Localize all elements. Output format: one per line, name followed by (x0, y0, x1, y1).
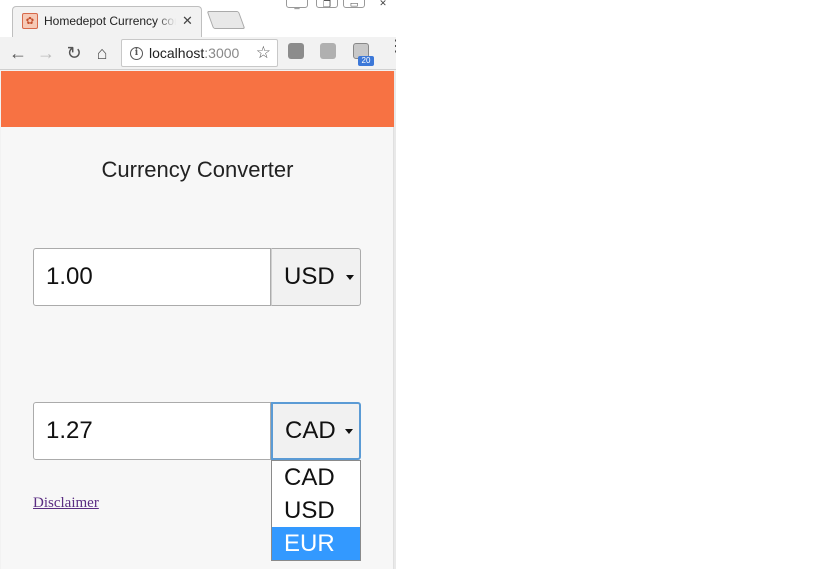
to-currency-value: CAD (285, 417, 336, 444)
back-icon[interactable]: ← (6, 41, 30, 65)
chevron-down-icon (346, 275, 354, 280)
from-amount-input[interactable]: 1.00 (33, 248, 271, 306)
home-icon[interactable]: ⌂ (90, 41, 114, 65)
disclaimer-link[interactable]: Disclaimer (33, 495, 99, 512)
page-title: Currency Converter (101, 157, 294, 182)
window-close-icon[interactable]: ✕ (372, 0, 394, 8)
window-maximize-icon[interactable]: ▭ (343, 0, 365, 9)
url-host: localhost (149, 45, 205, 61)
to-currency-select[interactable]: CAD (271, 402, 361, 460)
header-bar (1, 71, 394, 127)
dropdown-option-eur[interactable]: EUR (272, 527, 360, 560)
info-icon[interactable]: i (130, 46, 143, 60)
tab-title: Homedepot Currency converter (44, 14, 176, 28)
address-bar[interactable]: i localhost:3000 ☆ (121, 39, 278, 67)
extension-pocket-icon[interactable] (288, 43, 304, 59)
window-restore-icon[interactable]: ❐ (316, 0, 338, 9)
new-tab-button[interactable] (206, 11, 246, 29)
from-converter-row: 1.00 USD (33, 248, 361, 306)
from-currency-value: USD (284, 263, 335, 290)
extension-chat-icon[interactable] (320, 43, 336, 59)
page-edge (394, 71, 396, 569)
to-amount-input[interactable]: 1.27 (33, 402, 271, 460)
tab-strip: ✿ Homedepot Currency converter ✕ _ ❐ ▭ ✕ (0, 0, 396, 37)
from-currency-select[interactable]: USD (271, 248, 361, 306)
browser-tab-content[interactable]: ✿ Homedepot Currency converter ✕ (22, 6, 202, 36)
window-minimize-icon[interactable]: _ (286, 0, 308, 9)
dropdown-option-usd[interactable]: USD (272, 494, 360, 527)
tab-close-icon[interactable]: ✕ (182, 13, 193, 29)
browser-window: ✿ Homedepot Currency converter ✕ _ ❐ ▭ ✕… (0, 0, 396, 569)
reload-icon[interactable]: ↻ (62, 41, 86, 65)
extension-badge: 20 (358, 56, 374, 66)
dropdown-option-cad[interactable]: CAD (272, 461, 360, 494)
bookmark-star-icon[interactable]: ☆ (256, 43, 271, 63)
to-converter-row: 1.27 CAD (33, 402, 361, 460)
currency-dropdown-list: CAD USD EUR (271, 460, 361, 561)
browser-toolbar: ← → ↻ ⌂ i localhost:3000 ☆ 20 ⋮ (0, 37, 396, 70)
forward-icon[interactable]: → (34, 41, 58, 65)
browser-menu-icon[interactable]: ⋮ (388, 39, 396, 55)
chevron-down-icon (345, 429, 353, 434)
page-content: Currency Converter 1.00 USD 1.27 CAD CAD… (1, 71, 394, 569)
favicon-icon: ✿ (22, 13, 38, 29)
url-port: :3000 (204, 45, 240, 61)
